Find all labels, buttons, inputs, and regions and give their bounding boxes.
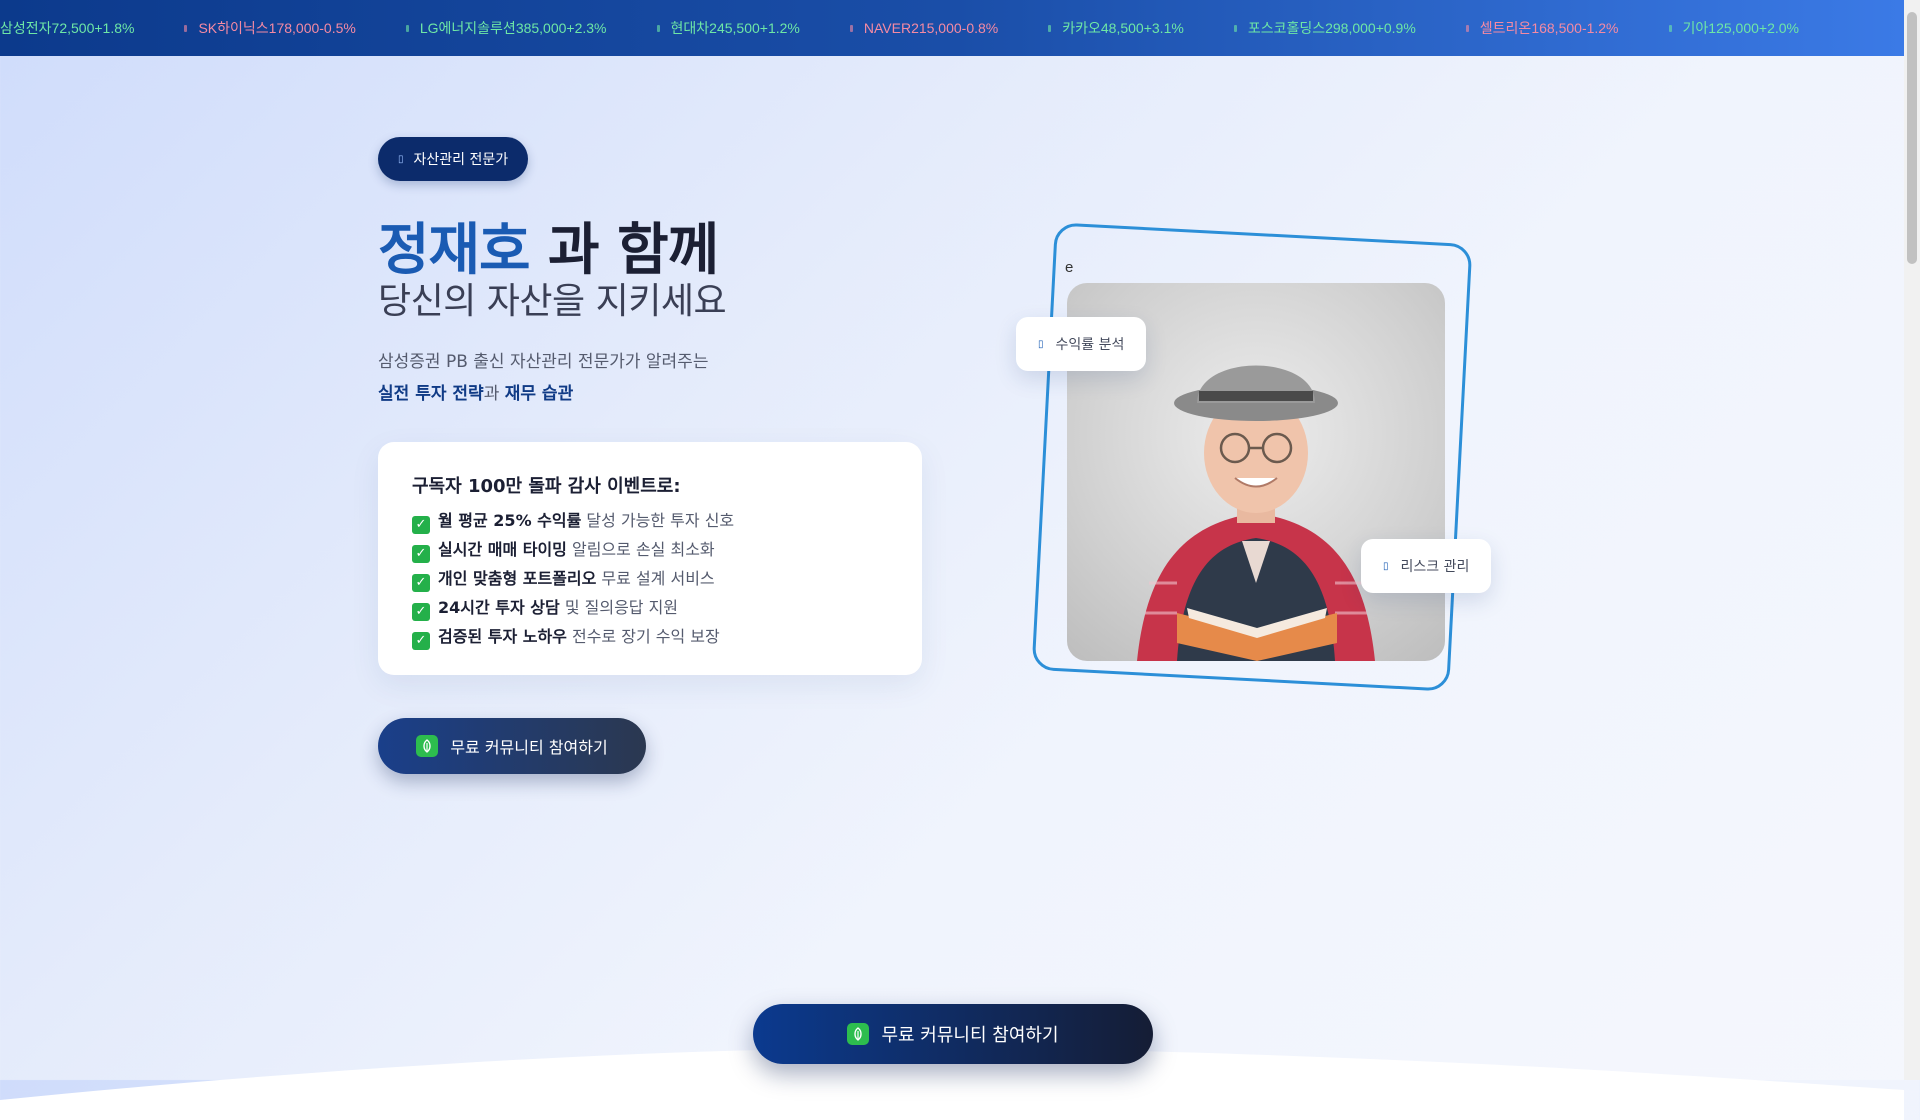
benefits-title: 구독자 100만 돌파 감사 이벤트로: [412, 476, 681, 497]
badge-icon: ▯ [398, 153, 404, 165]
ticker-price: 168,500 [1531, 20, 1582, 36]
page-scrollbar[interactable] [1904, 0, 1920, 1080]
ticker-price: 178,000 [268, 20, 320, 36]
profit-analysis-label: 수익률 분석 [1055, 337, 1125, 353]
ticker-price: 72,500 [51, 20, 95, 36]
ticker-bullet-icon [1233, 24, 1237, 32]
ticker-price: 245,500 [709, 20, 760, 36]
ticker-price: 125,000 [1708, 20, 1759, 36]
ticker-change: -1.2% [1581, 20, 1619, 36]
ticker-item: NAVER 215,000 -0.8% [849, 0, 999, 56]
ticker-price: 298,000 [1325, 20, 1376, 36]
ticker-price: 215,000 [911, 20, 962, 36]
image-alt-text: e [1065, 259, 1074, 276]
stock-ticker: 삼성전자 72,500 +1.8% SK하이닉스 178,000 -0.5% LG에… [0, 0, 1904, 56]
ticker-item: 기아 125,000 +2.0% [1668, 0, 1799, 56]
ticker-price: 385,000 [515, 20, 567, 36]
ticker-bullet-icon [849, 24, 853, 32]
intro-text: 삼성증권 PB 출신 자산관리 전문가가 알려주는 실전 투자 전략과 재무 습… [378, 346, 708, 410]
risk-management-tag: ▯ 리스크 관리 [1361, 539, 1492, 593]
risk-management-label: 리스크 관리 [1400, 559, 1470, 575]
list-item: ✓ 실시간 매매 타이밍 알림으로 손실 최소화 [412, 535, 888, 564]
intro-conjunction: 과 [483, 384, 505, 404]
ticker-bullet-icon [656, 24, 660, 32]
ticker-name: 포스코홀딩스 [1247, 20, 1326, 36]
ticker-name: 셀트리온 [1479, 20, 1532, 36]
ticker-item: 현대차 245,500 +1.2% [656, 0, 800, 56]
check-icon: ✓ [412, 603, 430, 621]
join-community-button[interactable]: 무료 커뮤니티 참여하기 [378, 718, 646, 774]
ticker-name: 카카오 [1062, 20, 1101, 36]
list-item: ✓ 개인 맞춤형 포트폴리오 무료 설계 서비스 [412, 564, 888, 593]
ticker-name: 삼성전자 [0, 20, 52, 36]
list-item: ✓ 월 평균 25% 수익률 달성 가능한 투자 신호 [412, 506, 888, 535]
ticker-change: +3.1% [1143, 20, 1184, 36]
ticker-change: +1.8% [94, 20, 135, 36]
profit-analysis-tag: ▯ 수익률 분석 [1016, 317, 1147, 371]
check-icon: ✓ [412, 545, 430, 563]
leaf-icon [416, 735, 439, 757]
ticker-name: SK하이닉스 [198, 20, 269, 36]
check-icon: ✓ [412, 574, 430, 592]
shield-icon: ▯ [1383, 560, 1389, 572]
ticker-bullet-icon [1465, 24, 1469, 32]
ticker-change: +0.9% [1375, 20, 1416, 36]
check-icon: ✓ [412, 516, 430, 534]
intro-strong-habit: 재무 습관 [504, 384, 574, 404]
ticker-track: 삼성전자 72,500 +1.8% SK하이닉스 178,000 -0.5% LG에… [0, 0, 1849, 56]
sticky-join-community-button[interactable]: 무료 커뮤니티 참여하기 [753, 1004, 1153, 1064]
ticker-change: -0.5% [319, 20, 356, 36]
ticker-bullet-icon [1668, 24, 1672, 32]
ticker-name: 현대차 [670, 20, 710, 36]
ticker-bullet-icon [405, 24, 409, 32]
ticker-change: +2.3% [566, 20, 607, 36]
list-item: ✓ 검증된 투자 노하우 전수로 장기 수익 보장 [412, 622, 888, 651]
benefits-list: ✓ 월 평균 25% 수익률 달성 가능한 투자 신호 ✓ 실시간 매매 타이밍 알… [412, 506, 888, 651]
ticker-price: 48,500 [1100, 20, 1144, 36]
ticker-name: LG에너지솔루션 [419, 20, 516, 36]
chart-icon: ▯ [1038, 338, 1044, 350]
intro-line-1: 삼성증권 PB 출신 자산관리 전문가가 알려주는 [378, 352, 709, 372]
ticker-change: +1.2% [759, 20, 800, 36]
ticker-bullet-icon [184, 24, 188, 32]
intro-line-2: 실전 투자 전략과 재무 습관 [378, 378, 708, 410]
ticker-name: 기아 [1682, 20, 1709, 36]
ticker-item: LG에너지솔루션 385,000 +2.3% [405, 0, 607, 56]
ticker-name: NAVER [863, 20, 912, 36]
scrollbar-thumb[interactable] [1907, 12, 1917, 264]
ticker-bullet-icon [1048, 24, 1052, 32]
list-item: ✓ 24시간 투자 상담 및 질의응답 지원 [412, 593, 888, 622]
ticker-item: SK하이닉스 178,000 -0.5% [184, 0, 356, 56]
ticker-item: 삼성전자 72,500 +1.8% [0, 0, 134, 56]
intro-strong-strategy: 실전 투자 전략 [378, 384, 484, 404]
badge-label: 자산관리 전문가 [413, 152, 509, 168]
sticky-join-community-label: 무료 커뮤니티 참여하기 [881, 1025, 1059, 1046]
page-subtitle: 당신의 자산을 지키세요 [378, 281, 727, 322]
ticker-change: -0.8% [961, 20, 999, 36]
expert-badge: ▯ 자산관리 전문가 [378, 137, 529, 181]
ticker-change: +2.0% [1758, 20, 1799, 36]
check-icon: ✓ [412, 632, 430, 650]
leaf-icon [847, 1023, 870, 1045]
ticker-item: 포스코홀딩스 298,000 +0.9% [1233, 0, 1416, 56]
join-community-label: 무료 커뮤니티 참여하기 [450, 738, 608, 757]
benefits-card: 구독자 100만 돌파 감사 이벤트로: ✓ 월 평균 25% 수익률 달성 가능… [378, 442, 922, 675]
ticker-item: 카카오 48,500 +3.1% [1048, 0, 1184, 56]
ticker-item: 셀트리온 168,500 -1.2% [1465, 0, 1619, 56]
